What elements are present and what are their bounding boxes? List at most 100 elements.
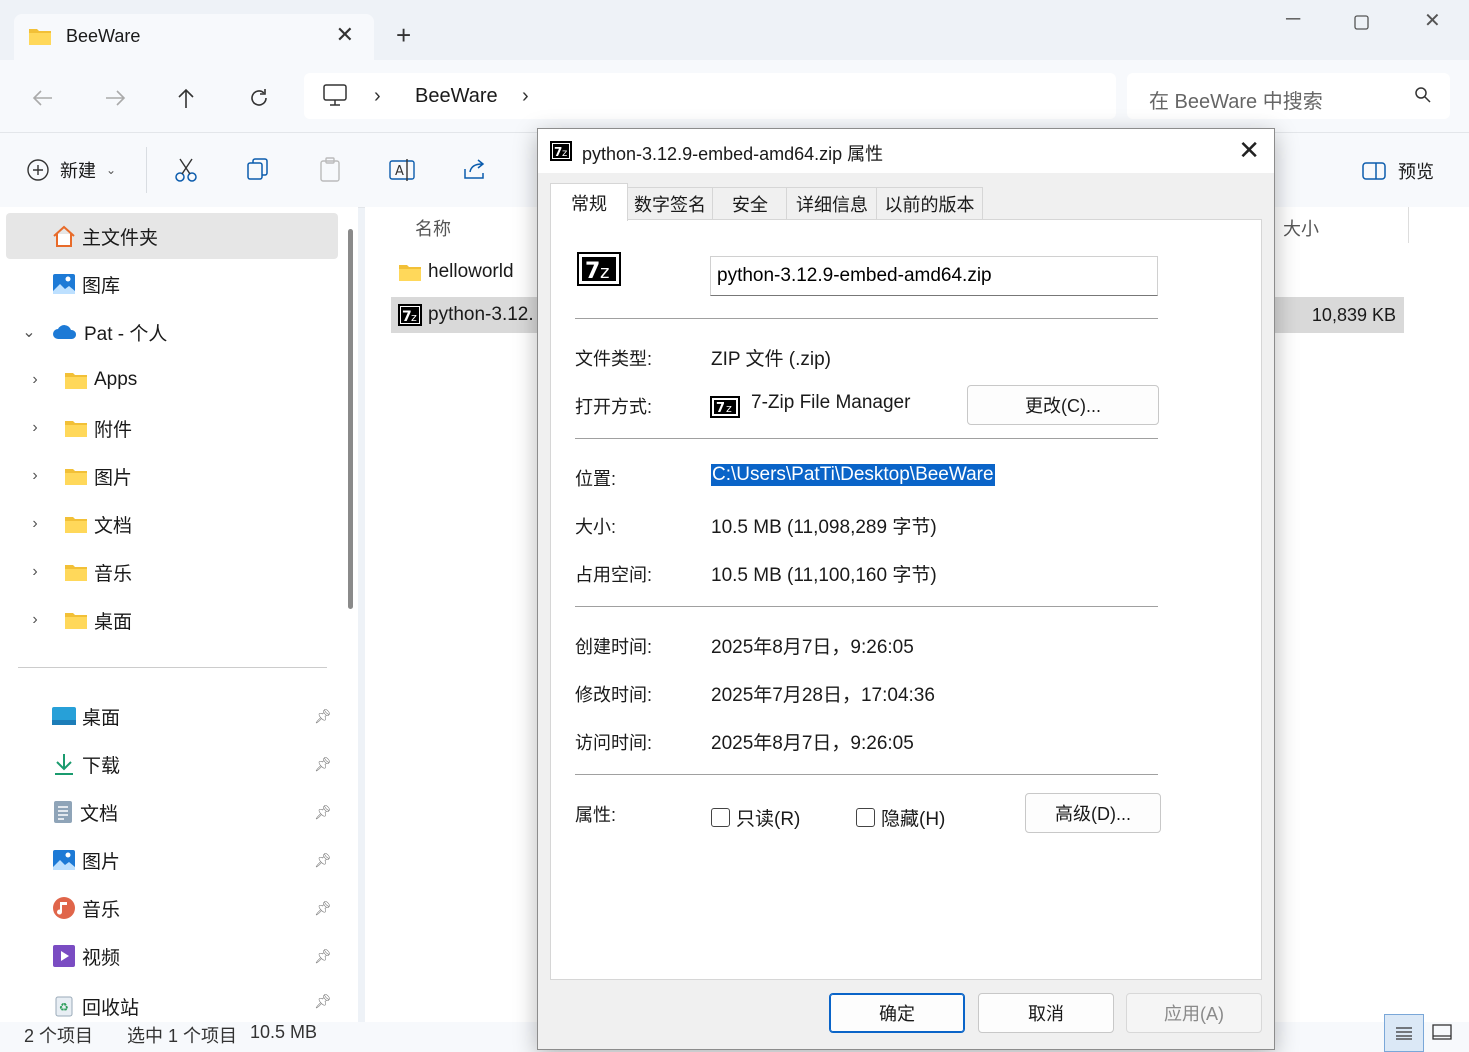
rename-icon[interactable]: A <box>389 157 415 183</box>
sidebar-item-desktop[interactable]: › 桌面 <box>6 597 338 643</box>
location-value[interactable]: C:\Users\PatTi\Desktop\BeeWare <box>711 464 995 486</box>
dialog-title-bar[interactable]: 7z python-3.12.9-embed-amd64.zip 属性 ✕ <box>538 129 1274 173</box>
back-icon[interactable] <box>25 80 61 116</box>
chevron-right-icon[interactable]: › <box>6 467 64 485</box>
tab-digital-signatures[interactable]: 数字签名 <box>626 187 714 220</box>
size-value: 10.5 MB (11,098,289 字节) <box>711 517 937 538</box>
location-label: 位置: <box>575 469 617 489</box>
pin-icon[interactable]: 📌︎ <box>314 993 332 1010</box>
sidebar-item-label: 视频 <box>82 947 121 969</box>
chevron-right-icon[interactable]: › <box>6 371 64 389</box>
chevron-right-icon[interactable]: › <box>6 563 64 581</box>
sidebar-item-label: 图片 <box>82 851 121 873</box>
readonly-checkbox[interactable]: 只读(R) <box>711 804 800 831</box>
breadcrumb-chevron-icon[interactable]: › <box>522 85 529 108</box>
readonly-label: 只读(R) <box>736 809 801 830</box>
column-header-size[interactable]: 大小 <box>1283 215 1319 241</box>
this-pc-icon[interactable] <box>322 83 348 107</box>
search-box[interactable]: 在 BeeWare 中搜索 <box>1127 73 1450 119</box>
quick-access-downloads[interactable]: 下载 📌︎ <box>6 741 338 787</box>
chevron-right-icon[interactable]: › <box>6 611 64 629</box>
cloud-icon <box>52 323 78 341</box>
column-header-name[interactable]: 名称 <box>415 215 451 241</box>
chevron-right-icon[interactable]: › <box>6 419 64 437</box>
hidden-checkbox[interactable]: 隐藏(H) <box>856 804 945 831</box>
sidebar-item-label: Apps <box>94 369 138 390</box>
copy-icon[interactable] <box>246 157 270 181</box>
size-on-disk-label: 占用空间: <box>575 565 653 585</box>
sidebar-item-music[interactable]: › 音乐 <box>6 549 338 595</box>
details-view-button[interactable] <box>1384 1014 1424 1052</box>
chevron-down-icon[interactable]: ⌄ <box>6 322 52 342</box>
tab-previous-versions[interactable]: 以前的版本 <box>876 187 983 220</box>
cancel-button[interactable]: 取消 <box>978 993 1114 1033</box>
dialog-close-icon[interactable]: ✕ <box>1238 135 1260 166</box>
sidebar-scrollbar[interactable] <box>348 229 353 609</box>
paste-icon[interactable] <box>318 157 342 183</box>
new-button[interactable]: 新建 ⌄ <box>26 157 116 183</box>
pin-icon[interactable]: 📌︎ <box>314 708 332 725</box>
sidebar-item-label: 桌面 <box>94 611 133 633</box>
close-tab-icon[interactable]: ✕ <box>336 22 354 48</box>
apply-button[interactable]: 应用(A) <box>1126 993 1262 1033</box>
close-window-icon[interactable]: ✕ <box>1424 8 1441 33</box>
maximize-icon[interactable] <box>1354 15 1369 30</box>
sidebar-item-pictures[interactable]: › 图片 <box>6 453 338 499</box>
quick-access-documents[interactable]: 文档 📌︎ <box>6 789 338 835</box>
quick-access-videos[interactable]: 视频 📌︎ <box>6 933 338 979</box>
dialog-title: python-3.12.9-embed-amd64.zip 属性 <box>582 144 884 164</box>
sidebar-item-gallery[interactable]: 图库 <box>6 261 338 307</box>
pin-icon[interactable]: 📌︎ <box>314 948 332 965</box>
checkbox-box[interactable] <box>711 808 730 827</box>
up-icon[interactable] <box>168 80 204 116</box>
sidebar-item-onedrive[interactable]: ⌄ Pat - 个人 <box>6 309 338 355</box>
chevron-right-icon[interactable]: › <box>6 515 64 533</box>
sidebar-item-documents[interactable]: › 文档 <box>6 501 338 547</box>
sidebar-item-apps[interactable]: › Apps <box>6 357 338 403</box>
share-icon[interactable] <box>462 157 488 181</box>
change-button[interactable]: 更改(C)... <box>967 385 1159 425</box>
checkbox-box[interactable] <box>856 808 875 827</box>
quick-access-desktop[interactable]: 桌面 📌︎ <box>6 693 338 739</box>
ok-button[interactable]: 确定 <box>829 993 965 1033</box>
tab-general[interactable]: 常规 <box>550 183 628 221</box>
accessed-label: 访问时间: <box>575 733 653 753</box>
sidebar-item-label: 主文件夹 <box>82 227 159 249</box>
svg-text:z: z <box>600 262 609 283</box>
preview-button[interactable]: 预览 <box>1362 158 1434 184</box>
minimize-icon[interactable]: ─ <box>1286 8 1300 31</box>
breadcrumb-chevron-icon[interactable]: › <box>374 85 381 108</box>
forward-icon[interactable] <box>97 80 133 116</box>
cut-icon[interactable] <box>174 157 198 183</box>
advanced-button[interactable]: 高级(D)... <box>1025 793 1161 833</box>
sidebar-item-label: 图库 <box>82 275 121 297</box>
column-separator[interactable] <box>1408 207 1409 243</box>
sidebar-item-label: 图片 <box>94 467 133 489</box>
tab-security[interactable]: 安全 <box>712 187 788 220</box>
divider <box>575 606 1158 607</box>
pin-icon[interactable]: 📌︎ <box>314 900 332 917</box>
tab-beeware[interactable]: BeeWare ✕ <box>14 14 374 60</box>
quick-access-pictures[interactable]: 图片 📌︎ <box>6 837 338 883</box>
refresh-icon[interactable] <box>241 80 277 116</box>
breadcrumb-beeware[interactable]: BeeWare <box>415 85 498 108</box>
quick-access-music[interactable]: 音乐 📌︎ <box>6 885 338 931</box>
pin-icon[interactable]: 📌︎ <box>314 804 332 821</box>
sidebar-item-label: 桌面 <box>82 707 121 729</box>
tiles-view-button[interactable] <box>1430 1014 1454 1050</box>
address-bar[interactable]: › BeeWare › <box>304 73 1116 119</box>
modified-label: 修改时间: <box>575 685 653 705</box>
search-icon[interactable] <box>1414 86 1432 104</box>
item-count: 2 个项目 <box>24 1026 94 1046</box>
new-tab-button[interactable]: + <box>396 20 411 50</box>
sidebar-item-attachments[interactable]: › 附件 <box>6 405 338 451</box>
tab-details[interactable]: 详细信息 <box>786 187 878 220</box>
pin-icon[interactable]: 📌︎ <box>314 756 332 773</box>
sidebar-item-label: 附件 <box>94 419 133 441</box>
filename-input[interactable] <box>710 256 1158 296</box>
sidebar-item-home[interactable]: 主文件夹 <box>6 213 338 259</box>
sidebar-item-label: 文档 <box>80 803 119 825</box>
pin-icon[interactable]: 📌︎ <box>314 852 332 869</box>
divider <box>575 438 1158 439</box>
quick-access-recycle-bin[interactable]: ♻ 回收站 📌︎ <box>6 981 338 1022</box>
